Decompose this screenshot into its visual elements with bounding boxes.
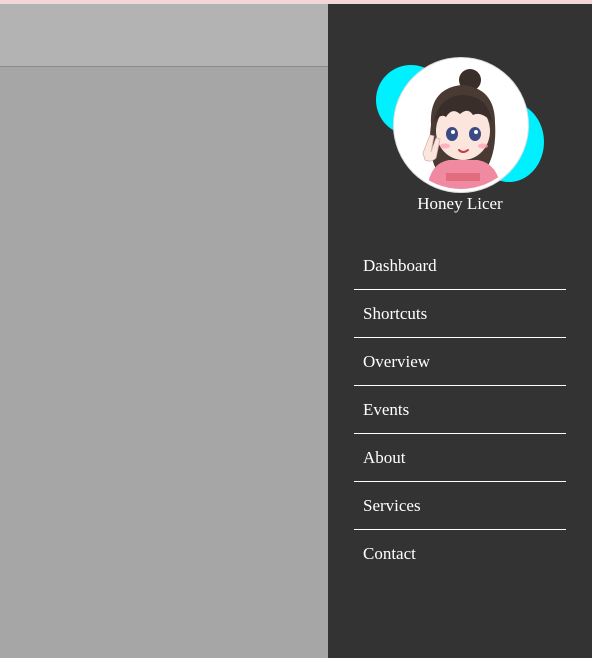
sidebar-item-services[interactable]: Services bbox=[354, 482, 566, 530]
main-header-bar bbox=[0, 4, 328, 67]
sidebar-nav: Dashboard Shortcuts Overview Events Abou… bbox=[354, 242, 566, 578]
sidebar-item-shortcuts[interactable]: Shortcuts bbox=[354, 290, 566, 338]
avatar[interactable] bbox=[394, 58, 528, 192]
profile-name: Honey Licer bbox=[417, 194, 503, 213]
sidebar-item-about[interactable]: About bbox=[354, 434, 566, 482]
chibi-girl-avatar-icon bbox=[397, 61, 525, 189]
sidebar-item-contact[interactable]: Contact bbox=[354, 530, 566, 578]
sidebar-item-events[interactable]: Events bbox=[354, 386, 566, 434]
sidebar: Honey Licer Dashboard Shortcuts Overview… bbox=[328, 4, 592, 658]
sidebar-item-overview[interactable]: Overview bbox=[354, 338, 566, 386]
avatar-container bbox=[376, 58, 546, 193]
main-content-area bbox=[0, 4, 328, 658]
sidebar-item-dashboard[interactable]: Dashboard bbox=[354, 242, 566, 290]
